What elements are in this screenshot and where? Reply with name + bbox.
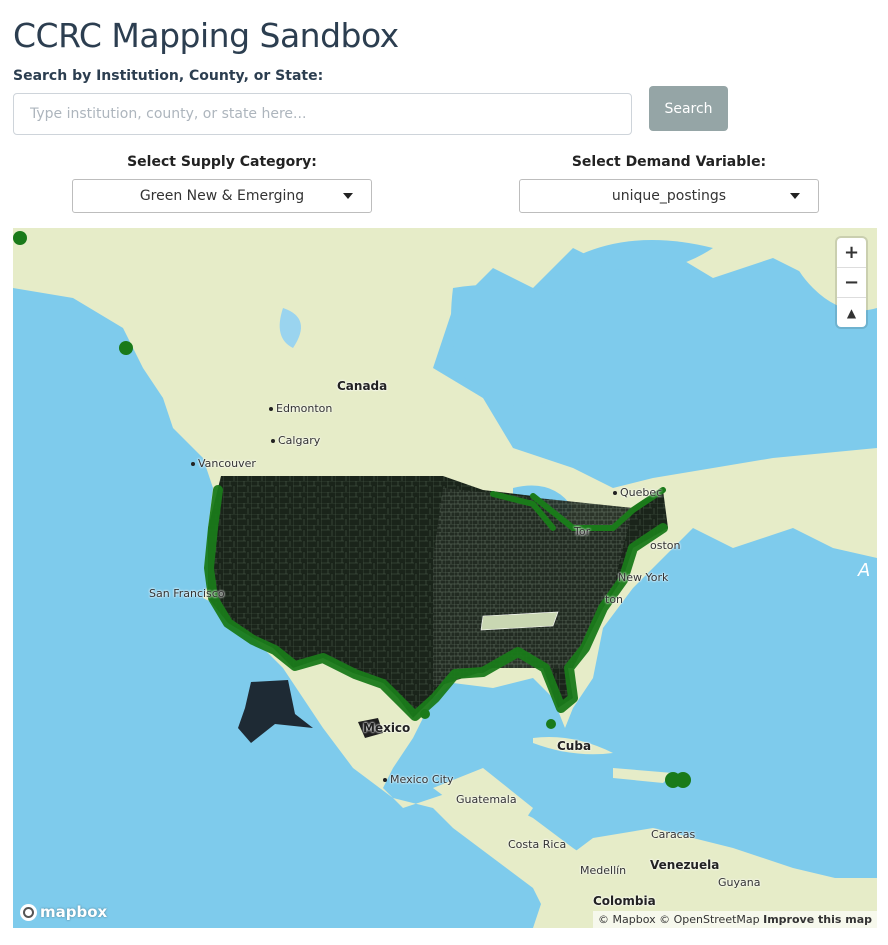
supply-category-value: Green New & Emerging xyxy=(139,188,305,204)
label-mexico: Mexico xyxy=(363,721,411,735)
supply-category-label: Select Supply Category: xyxy=(127,154,317,170)
label-mexico-city: Mexico City xyxy=(383,773,453,786)
zoom-out-button[interactable]: − xyxy=(837,268,866,298)
label-calgary: Calgary xyxy=(271,434,320,447)
label-atlantic-fragment: A xyxy=(858,560,871,581)
improve-map-link[interactable]: Improve this map xyxy=(763,913,872,926)
label-cuba: Cuba xyxy=(557,739,592,753)
label-canada: Canada xyxy=(337,379,388,393)
label-costa-rica: Costa Rica xyxy=(508,838,567,851)
map-attribution: © Mapbox © OpenStreetMap Improve this ma… xyxy=(593,911,877,928)
zoom-in-button[interactable]: + xyxy=(837,238,866,268)
page-title: CCRC Mapping Sandbox xyxy=(13,16,399,55)
attribution-mapbox-link[interactable]: © Mapbox xyxy=(598,913,656,926)
search-label: Search by Institution, County, or State: xyxy=(13,68,324,84)
mapbox-logo[interactable]: mapbox xyxy=(20,903,107,921)
label-colombia: Colombia xyxy=(593,894,656,908)
label-vancouver: Vancouver xyxy=(191,457,256,470)
chevron-down-icon xyxy=(343,193,353,199)
zoom-controls: + − ▲ xyxy=(837,238,866,327)
map-canvas[interactable]: Canada Edmonton Calgary Vancouver Quebec… xyxy=(13,228,877,928)
label-toronto: Tor xyxy=(574,525,591,538)
label-caracas: Caracas xyxy=(651,828,696,841)
map-base xyxy=(13,228,877,928)
demand-variable-value: unique_postings xyxy=(611,188,727,204)
label-quebec: Quebec xyxy=(613,486,662,499)
label-venezuela: Venezuela xyxy=(650,858,720,872)
search-button[interactable]: Search xyxy=(649,86,728,131)
label-medellin: Medellín xyxy=(580,864,627,877)
demand-variable-label: Select Demand Variable: xyxy=(571,154,767,170)
search-input[interactable] xyxy=(13,93,632,135)
label-guyana: Guyana xyxy=(718,876,761,889)
label-washington: ton xyxy=(605,593,624,606)
supply-category-select[interactable]: Green New & Emerging xyxy=(72,179,372,213)
label-guatemala: Guatemala xyxy=(456,793,517,806)
demand-variable-select[interactable]: unique_postings xyxy=(519,179,819,213)
label-boston: oston xyxy=(650,539,681,552)
label-san-francisco: San Francisco xyxy=(149,587,225,600)
chevron-down-icon xyxy=(790,193,800,199)
label-new-york: New York xyxy=(618,571,669,584)
label-edmonton: Edmonton xyxy=(269,402,332,415)
mapbox-icon xyxy=(20,903,37,921)
compass-button[interactable]: ▲ xyxy=(837,298,866,327)
attribution-osm-link[interactable]: © OpenStreetMap xyxy=(659,913,760,926)
